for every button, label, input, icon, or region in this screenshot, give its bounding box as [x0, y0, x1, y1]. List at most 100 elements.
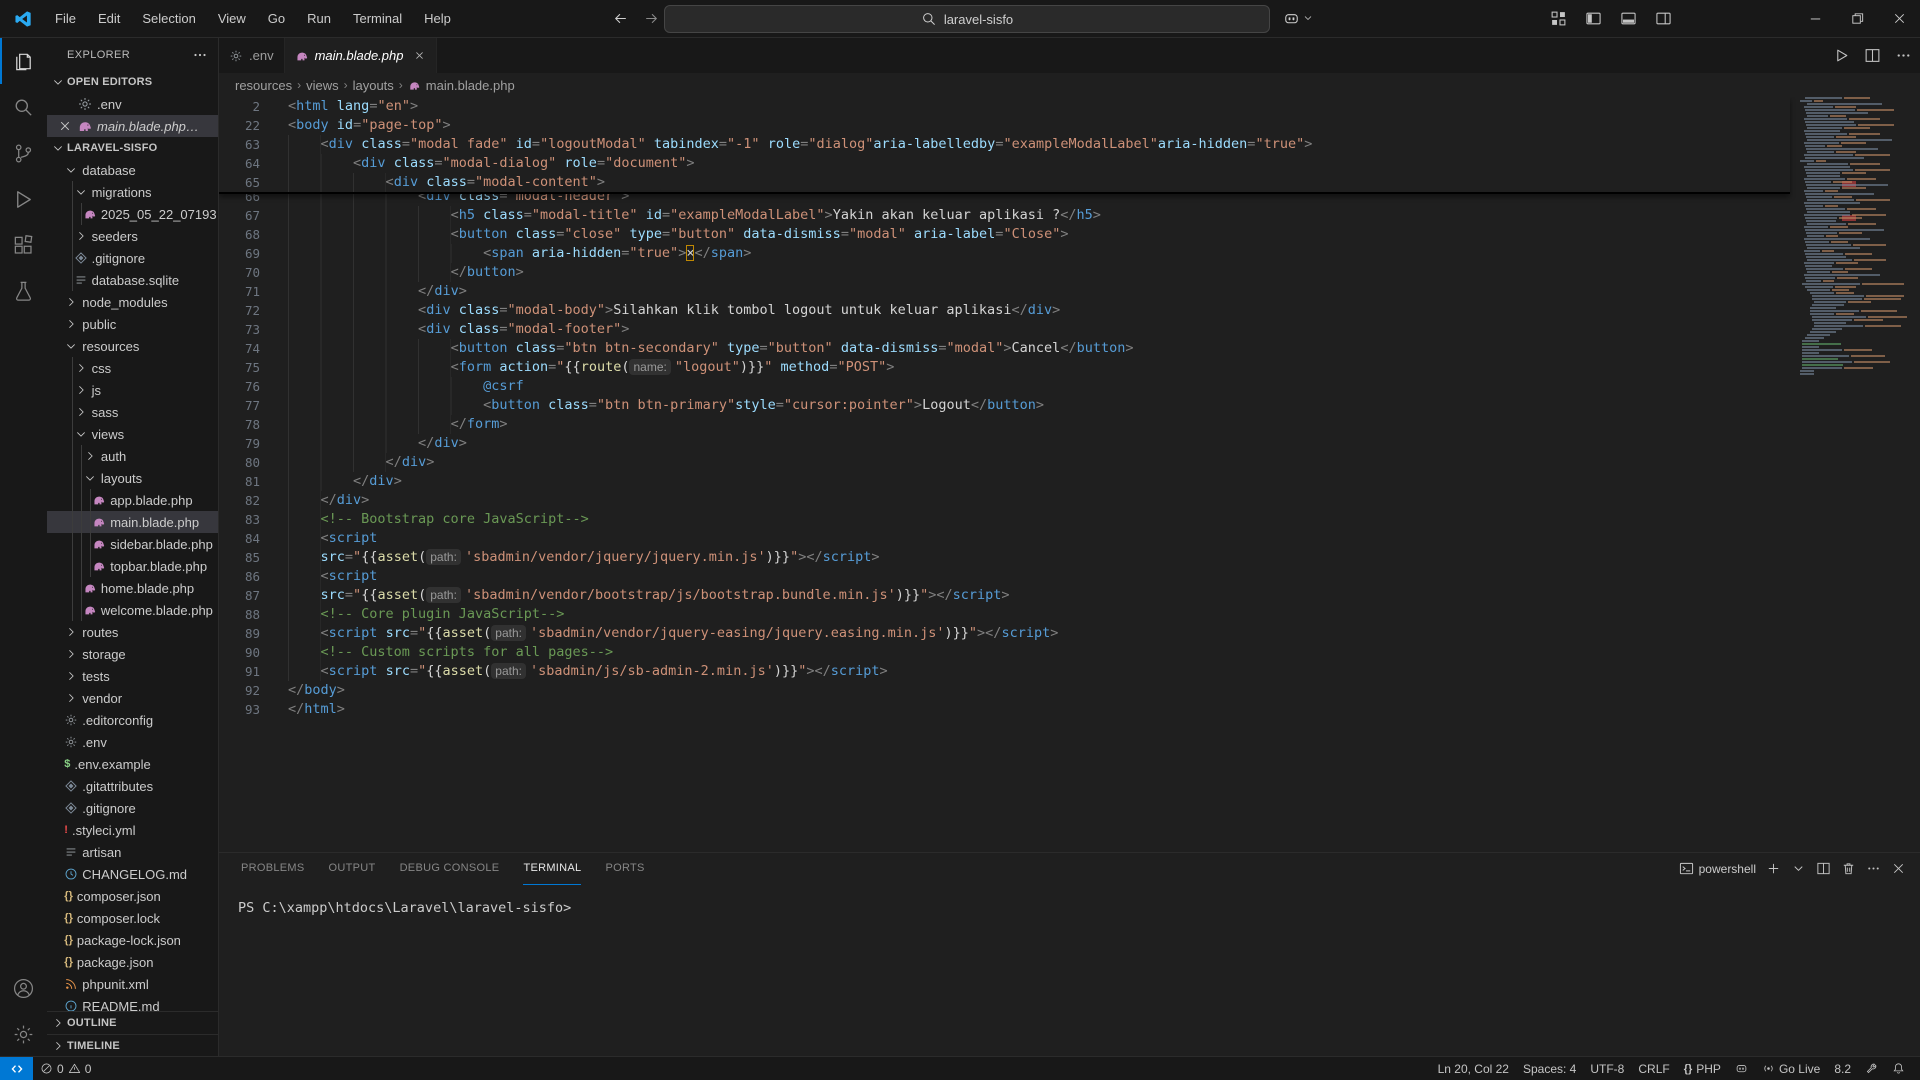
- code-line-82[interactable]: 82 </div>: [219, 491, 1790, 510]
- panel-tab-debug-console[interactable]: DEBUG CONSOLE: [400, 853, 500, 885]
- terminal-dropdown-icon[interactable]: [1791, 861, 1806, 876]
- folder-vendor[interactable]: vendor: [47, 687, 218, 709]
- status-tools[interactable]: [1858, 1057, 1885, 1080]
- code-line-77[interactable]: 77 <button class="btn btn-primary"style=…: [219, 396, 1790, 415]
- explorer-more-icon[interactable]: [192, 47, 208, 63]
- file-.env.example[interactable]: $.env.example: [47, 753, 218, 775]
- file-package-lock.json[interactable]: {}package-lock.json: [47, 929, 218, 951]
- new-terminal-icon[interactable]: [1766, 861, 1781, 876]
- restore-button[interactable]: [1836, 0, 1878, 37]
- status-eol[interactable]: CRLF: [1631, 1057, 1676, 1080]
- split-action-icon[interactable]: [1864, 47, 1881, 64]
- code-line-90[interactable]: 90 <!-- Custom scripts for all pages-->: [219, 643, 1790, 662]
- menu-go[interactable]: Go: [259, 7, 294, 30]
- status-copilot-status[interactable]: [1728, 1057, 1755, 1080]
- code-line-89[interactable]: 89 <script src="{{asset(path:'sbadmin/ve…: [219, 624, 1790, 643]
- folder-tests[interactable]: tests: [47, 665, 218, 687]
- file-main.blade.php[interactable]: main.blade.php: [47, 511, 218, 533]
- file-composer.json[interactable]: {}composer.json: [47, 885, 218, 907]
- file-home.blade.php[interactable]: home.blade.php: [47, 577, 218, 599]
- code-line-63[interactable]: 63 <div class="modal fade" id="logoutMod…: [219, 135, 1790, 154]
- code-line-88[interactable]: 88 <!-- Core plugin JavaScript-->: [219, 605, 1790, 624]
- code-editor[interactable]: 66 <div class="modal-header"> 67 <h5 cla…: [219, 97, 1920, 852]
- menu-terminal[interactable]: Terminal: [344, 7, 411, 30]
- code-line-92[interactable]: 92</body>: [219, 681, 1790, 700]
- activity-run-debug[interactable]: [0, 176, 47, 222]
- status-language-mode[interactable]: {}PHP: [1677, 1057, 1728, 1080]
- folder-css[interactable]: css: [47, 357, 218, 379]
- file-.env[interactable]: .env: [47, 731, 218, 753]
- close-tab-icon[interactable]: [413, 49, 426, 62]
- code-line-65[interactable]: 65 <div class="modal-content">: [219, 173, 1790, 192]
- file-welcome.blade.php[interactable]: welcome.blade.php: [47, 599, 218, 621]
- toggle-secondary-sidebar-icon[interactable]: [1655, 10, 1672, 27]
- activity-account[interactable]: [0, 965, 47, 1011]
- status-indentation[interactable]: Spaces: 4: [1516, 1057, 1583, 1080]
- minimap[interactable]: [1800, 97, 1910, 852]
- code-line-85[interactable]: 85 src="{{asset(path:'sbadmin/vendor/jqu…: [219, 548, 1790, 567]
- folder-seeders[interactable]: seeders: [47, 225, 218, 247]
- file-app.blade.php[interactable]: app.blade.php: [47, 489, 218, 511]
- folder-resources[interactable]: resources: [47, 335, 218, 357]
- open-editor-main.blade.php[interactable]: main.blade.php…: [47, 115, 218, 137]
- code-line-75[interactable]: 75 <form action="{{route(name:"logout")}…: [219, 358, 1790, 377]
- file-CHANGELOG.md[interactable]: CHANGELOG.md: [47, 863, 218, 885]
- section-workspace-root[interactable]: LARAVEL-SISFO: [47, 137, 218, 159]
- more-action-icon[interactable]: [1895, 47, 1912, 64]
- folder-node_modules[interactable]: node_modules: [47, 291, 218, 313]
- folder-js[interactable]: js: [47, 379, 218, 401]
- code-line-86[interactable]: 86 <script: [219, 567, 1790, 586]
- status-cursor-position[interactable]: Ln 20, Col 22: [1431, 1057, 1516, 1080]
- remote-indicator[interactable]: [0, 1057, 33, 1080]
- folder-migrations[interactable]: migrations: [47, 181, 218, 203]
- code-line-78[interactable]: 78 </form>: [219, 415, 1790, 434]
- panel-tab-output[interactable]: OUTPUT: [329, 853, 376, 885]
- open-editor-.env[interactable]: .env: [47, 93, 218, 115]
- code-line-73[interactable]: 73 <div class="modal-footer">: [219, 320, 1790, 339]
- code-line-72[interactable]: 72 <div class="modal-body">Silahkan klik…: [219, 301, 1790, 320]
- breadcrumb-item[interactable]: views: [306, 78, 339, 93]
- section-timeline[interactable]: TIMELINE: [47, 1034, 218, 1057]
- file-database.sqlite[interactable]: database.sqlite: [47, 269, 218, 291]
- code-line-70[interactable]: 70 </button>: [219, 263, 1790, 282]
- nav-forward-icon[interactable]: [643, 10, 660, 27]
- activity-testing[interactable]: [0, 268, 47, 314]
- file-artisan[interactable]: artisan: [47, 841, 218, 863]
- code-line-71[interactable]: 71 </div>: [219, 282, 1790, 301]
- breadcrumb-item[interactable]: layouts: [353, 78, 394, 93]
- activity-search[interactable]: [0, 84, 47, 130]
- code-line-79[interactable]: 79 </div>: [219, 434, 1790, 453]
- code-line-93[interactable]: 93</html>: [219, 700, 1790, 719]
- file-.gitignore[interactable]: .gitignore: [47, 247, 218, 269]
- status-encoding[interactable]: UTF-8: [1583, 1057, 1631, 1080]
- folder-public[interactable]: public: [47, 313, 218, 335]
- code-line-83[interactable]: 83 <!-- Bootstrap core JavaScript-->: [219, 510, 1790, 529]
- activity-settings[interactable]: [0, 1011, 47, 1057]
- panel-tab-ports[interactable]: PORTS: [605, 853, 644, 885]
- code-line-64[interactable]: 64 <div class="modal-dialog" role="docum…: [219, 154, 1790, 173]
- panel-tab-problems[interactable]: PROBLEMS: [241, 853, 305, 885]
- menu-view[interactable]: View: [209, 7, 255, 30]
- code-line-74[interactable]: 74 <button class="btn btn-secondary" typ…: [219, 339, 1790, 358]
- shell-selector[interactable]: powershell: [1679, 861, 1756, 876]
- panel-more-icon[interactable]: [1866, 861, 1881, 876]
- code-line-84[interactable]: 84 <script: [219, 529, 1790, 548]
- menu-run[interactable]: Run: [298, 7, 340, 30]
- breadcrumb[interactable]: resources›views›layouts›main.blade.php: [219, 73, 1920, 97]
- minimize-button[interactable]: [1794, 0, 1836, 37]
- menu-edit[interactable]: Edit: [89, 7, 129, 30]
- folder-sass[interactable]: sass: [47, 401, 218, 423]
- activity-explorer[interactable]: [0, 38, 47, 84]
- breadcrumb-item[interactable]: resources: [235, 78, 292, 93]
- copilot-menu[interactable]: [1278, 5, 1319, 31]
- code-line-69[interactable]: 69 <span aria-hidden="true">×</span>: [219, 244, 1790, 263]
- file-package.json[interactable]: {}package.json: [47, 951, 218, 973]
- status-php-version[interactable]: 8.2: [1827, 1057, 1858, 1080]
- file-2025_05_22_07193[interactable]: 2025_05_22_07193…: [47, 203, 218, 225]
- terminal-content[interactable]: PS C:\xampp\htdocs\Laravel\laravel-sisfo…: [219, 884, 1920, 916]
- play-action-icon[interactable]: [1833, 47, 1850, 64]
- section-outline[interactable]: OUTLINE: [47, 1011, 218, 1034]
- code-line-67[interactable]: 67 <h5 class="modal-title" id="exampleMo…: [219, 206, 1790, 225]
- code-line-91[interactable]: 91 <script src="{{asset(path:'sbadmin/js…: [219, 662, 1790, 681]
- menu-file[interactable]: File: [46, 7, 85, 30]
